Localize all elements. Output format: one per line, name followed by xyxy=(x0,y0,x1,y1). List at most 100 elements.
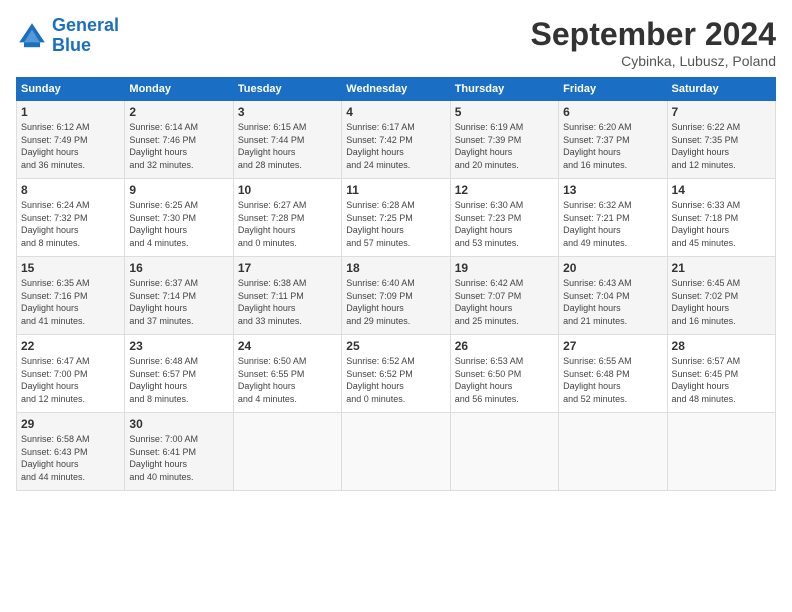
calendar-cell: 15 Sunrise: 6:35 AM Sunset: 7:16 PM Dayl… xyxy=(17,257,125,335)
calendar-cell: 29 Sunrise: 6:58 AM Sunset: 6:43 PM Dayl… xyxy=(17,413,125,491)
day-number: 3 xyxy=(238,105,337,119)
day-info: Sunrise: 6:48 AM Sunset: 6:57 PM Dayligh… xyxy=(129,355,228,405)
day-header-sunday: Sunday xyxy=(17,78,125,101)
day-number: 1 xyxy=(21,105,120,119)
week-row-5: 29 Sunrise: 6:58 AM Sunset: 6:43 PM Dayl… xyxy=(17,413,776,491)
calendar-cell: 14 Sunrise: 6:33 AM Sunset: 7:18 PM Dayl… xyxy=(667,179,775,257)
calendar-cell: 1 Sunrise: 6:12 AM Sunset: 7:49 PM Dayli… xyxy=(17,101,125,179)
day-number: 28 xyxy=(672,339,771,353)
day-number: 2 xyxy=(129,105,228,119)
day-info: Sunrise: 6:47 AM Sunset: 7:00 PM Dayligh… xyxy=(21,355,120,405)
day-header-tuesday: Tuesday xyxy=(233,78,341,101)
calendar-cell: 9 Sunrise: 6:25 AM Sunset: 7:30 PM Dayli… xyxy=(125,179,233,257)
calendar-cell: 8 Sunrise: 6:24 AM Sunset: 7:32 PM Dayli… xyxy=(17,179,125,257)
calendar-cell: 30 Sunrise: 7:00 AM Sunset: 6:41 PM Dayl… xyxy=(125,413,233,491)
day-info: Sunrise: 6:40 AM Sunset: 7:09 PM Dayligh… xyxy=(346,277,445,327)
day-info: Sunrise: 6:43 AM Sunset: 7:04 PM Dayligh… xyxy=(563,277,662,327)
calendar-cell xyxy=(450,413,558,491)
day-info: Sunrise: 7:00 AM Sunset: 6:41 PM Dayligh… xyxy=(129,433,228,483)
day-number: 14 xyxy=(672,183,771,197)
day-info: Sunrise: 6:15 AM Sunset: 7:44 PM Dayligh… xyxy=(238,121,337,171)
day-info: Sunrise: 6:12 AM Sunset: 7:49 PM Dayligh… xyxy=(21,121,120,171)
calendar-cell: 2 Sunrise: 6:14 AM Sunset: 7:46 PM Dayli… xyxy=(125,101,233,179)
calendar-cell: 26 Sunrise: 6:53 AM Sunset: 6:50 PM Dayl… xyxy=(450,335,558,413)
calendar-cell: 23 Sunrise: 6:48 AM Sunset: 6:57 PM Dayl… xyxy=(125,335,233,413)
day-info: Sunrise: 6:50 AM Sunset: 6:55 PM Dayligh… xyxy=(238,355,337,405)
day-number: 7 xyxy=(672,105,771,119)
day-info: Sunrise: 6:53 AM Sunset: 6:50 PM Dayligh… xyxy=(455,355,554,405)
calendar-cell: 22 Sunrise: 6:47 AM Sunset: 7:00 PM Dayl… xyxy=(17,335,125,413)
day-number: 27 xyxy=(563,339,662,353)
day-number: 22 xyxy=(21,339,120,353)
calendar-cell: 4 Sunrise: 6:17 AM Sunset: 7:42 PM Dayli… xyxy=(342,101,450,179)
day-info: Sunrise: 6:55 AM Sunset: 6:48 PM Dayligh… xyxy=(563,355,662,405)
day-number: 8 xyxy=(21,183,120,197)
day-number: 25 xyxy=(346,339,445,353)
week-row-4: 22 Sunrise: 6:47 AM Sunset: 7:00 PM Dayl… xyxy=(17,335,776,413)
day-number: 9 xyxy=(129,183,228,197)
day-info: Sunrise: 6:17 AM Sunset: 7:42 PM Dayligh… xyxy=(346,121,445,171)
day-info: Sunrise: 6:52 AM Sunset: 6:52 PM Dayligh… xyxy=(346,355,445,405)
calendar-cell: 16 Sunrise: 6:37 AM Sunset: 7:14 PM Dayl… xyxy=(125,257,233,335)
day-number: 17 xyxy=(238,261,337,275)
day-number: 26 xyxy=(455,339,554,353)
day-number: 6 xyxy=(563,105,662,119)
day-info: Sunrise: 6:30 AM Sunset: 7:23 PM Dayligh… xyxy=(455,199,554,249)
day-info: Sunrise: 6:57 AM Sunset: 6:45 PM Dayligh… xyxy=(672,355,771,405)
calendar-cell xyxy=(667,413,775,491)
calendar-cell: 13 Sunrise: 6:32 AM Sunset: 7:21 PM Dayl… xyxy=(559,179,667,257)
day-info: Sunrise: 6:58 AM Sunset: 6:43 PM Dayligh… xyxy=(21,433,120,483)
day-info: Sunrise: 6:14 AM Sunset: 7:46 PM Dayligh… xyxy=(129,121,228,171)
calendar-cell: 3 Sunrise: 6:15 AM Sunset: 7:44 PM Dayli… xyxy=(233,101,341,179)
calendar-cell: 7 Sunrise: 6:22 AM Sunset: 7:35 PM Dayli… xyxy=(667,101,775,179)
day-number: 15 xyxy=(21,261,120,275)
header: General Blue September 2024 Cybinka, Lub… xyxy=(16,16,776,69)
week-row-2: 8 Sunrise: 6:24 AM Sunset: 7:32 PM Dayli… xyxy=(17,179,776,257)
main-title: September 2024 xyxy=(531,16,776,53)
day-info: Sunrise: 6:22 AM Sunset: 7:35 PM Dayligh… xyxy=(672,121,771,171)
day-header-saturday: Saturday xyxy=(667,78,775,101)
calendar-cell: 24 Sunrise: 6:50 AM Sunset: 6:55 PM Dayl… xyxy=(233,335,341,413)
calendar-cell xyxy=(559,413,667,491)
calendar-cell: 5 Sunrise: 6:19 AM Sunset: 7:39 PM Dayli… xyxy=(450,101,558,179)
day-header-wednesday: Wednesday xyxy=(342,78,450,101)
day-number: 16 xyxy=(129,261,228,275)
page: General Blue September 2024 Cybinka, Lub… xyxy=(0,0,792,612)
week-row-1: 1 Sunrise: 6:12 AM Sunset: 7:49 PM Dayli… xyxy=(17,101,776,179)
day-number: 24 xyxy=(238,339,337,353)
day-number: 18 xyxy=(346,261,445,275)
day-number: 5 xyxy=(455,105,554,119)
day-number: 11 xyxy=(346,183,445,197)
day-number: 19 xyxy=(455,261,554,275)
day-info: Sunrise: 6:35 AM Sunset: 7:16 PM Dayligh… xyxy=(21,277,120,327)
day-info: Sunrise: 6:19 AM Sunset: 7:39 PM Dayligh… xyxy=(455,121,554,171)
calendar-cell: 11 Sunrise: 6:28 AM Sunset: 7:25 PM Dayl… xyxy=(342,179,450,257)
day-info: Sunrise: 6:27 AM Sunset: 7:28 PM Dayligh… xyxy=(238,199,337,249)
calendar-cell: 20 Sunrise: 6:43 AM Sunset: 7:04 PM Dayl… xyxy=(559,257,667,335)
calendar-cell: 17 Sunrise: 6:38 AM Sunset: 7:11 PM Dayl… xyxy=(233,257,341,335)
day-number: 13 xyxy=(563,183,662,197)
calendar-cell: 12 Sunrise: 6:30 AM Sunset: 7:23 PM Dayl… xyxy=(450,179,558,257)
day-number: 21 xyxy=(672,261,771,275)
day-info: Sunrise: 6:38 AM Sunset: 7:11 PM Dayligh… xyxy=(238,277,337,327)
day-number: 30 xyxy=(129,417,228,431)
day-header-thursday: Thursday xyxy=(450,78,558,101)
logo-icon xyxy=(16,20,48,52)
day-info: Sunrise: 6:37 AM Sunset: 7:14 PM Dayligh… xyxy=(129,277,228,327)
calendar-cell: 6 Sunrise: 6:20 AM Sunset: 7:37 PM Dayli… xyxy=(559,101,667,179)
day-info: Sunrise: 6:28 AM Sunset: 7:25 PM Dayligh… xyxy=(346,199,445,249)
day-number: 23 xyxy=(129,339,228,353)
day-info: Sunrise: 6:24 AM Sunset: 7:32 PM Dayligh… xyxy=(21,199,120,249)
day-info: Sunrise: 6:42 AM Sunset: 7:07 PM Dayligh… xyxy=(455,277,554,327)
day-info: Sunrise: 6:45 AM Sunset: 7:02 PM Dayligh… xyxy=(672,277,771,327)
week-row-3: 15 Sunrise: 6:35 AM Sunset: 7:16 PM Dayl… xyxy=(17,257,776,335)
calendar-cell: 28 Sunrise: 6:57 AM Sunset: 6:45 PM Dayl… xyxy=(667,335,775,413)
calendar-cell: 21 Sunrise: 6:45 AM Sunset: 7:02 PM Dayl… xyxy=(667,257,775,335)
title-block: September 2024 Cybinka, Lubusz, Poland xyxy=(531,16,776,69)
day-number: 20 xyxy=(563,261,662,275)
calendar-cell: 27 Sunrise: 6:55 AM Sunset: 6:48 PM Dayl… xyxy=(559,335,667,413)
calendar-cell: 25 Sunrise: 6:52 AM Sunset: 6:52 PM Dayl… xyxy=(342,335,450,413)
calendar-header-row: SundayMondayTuesdayWednesdayThursdayFrid… xyxy=(17,78,776,101)
day-header-friday: Friday xyxy=(559,78,667,101)
day-info: Sunrise: 6:32 AM Sunset: 7:21 PM Dayligh… xyxy=(563,199,662,249)
